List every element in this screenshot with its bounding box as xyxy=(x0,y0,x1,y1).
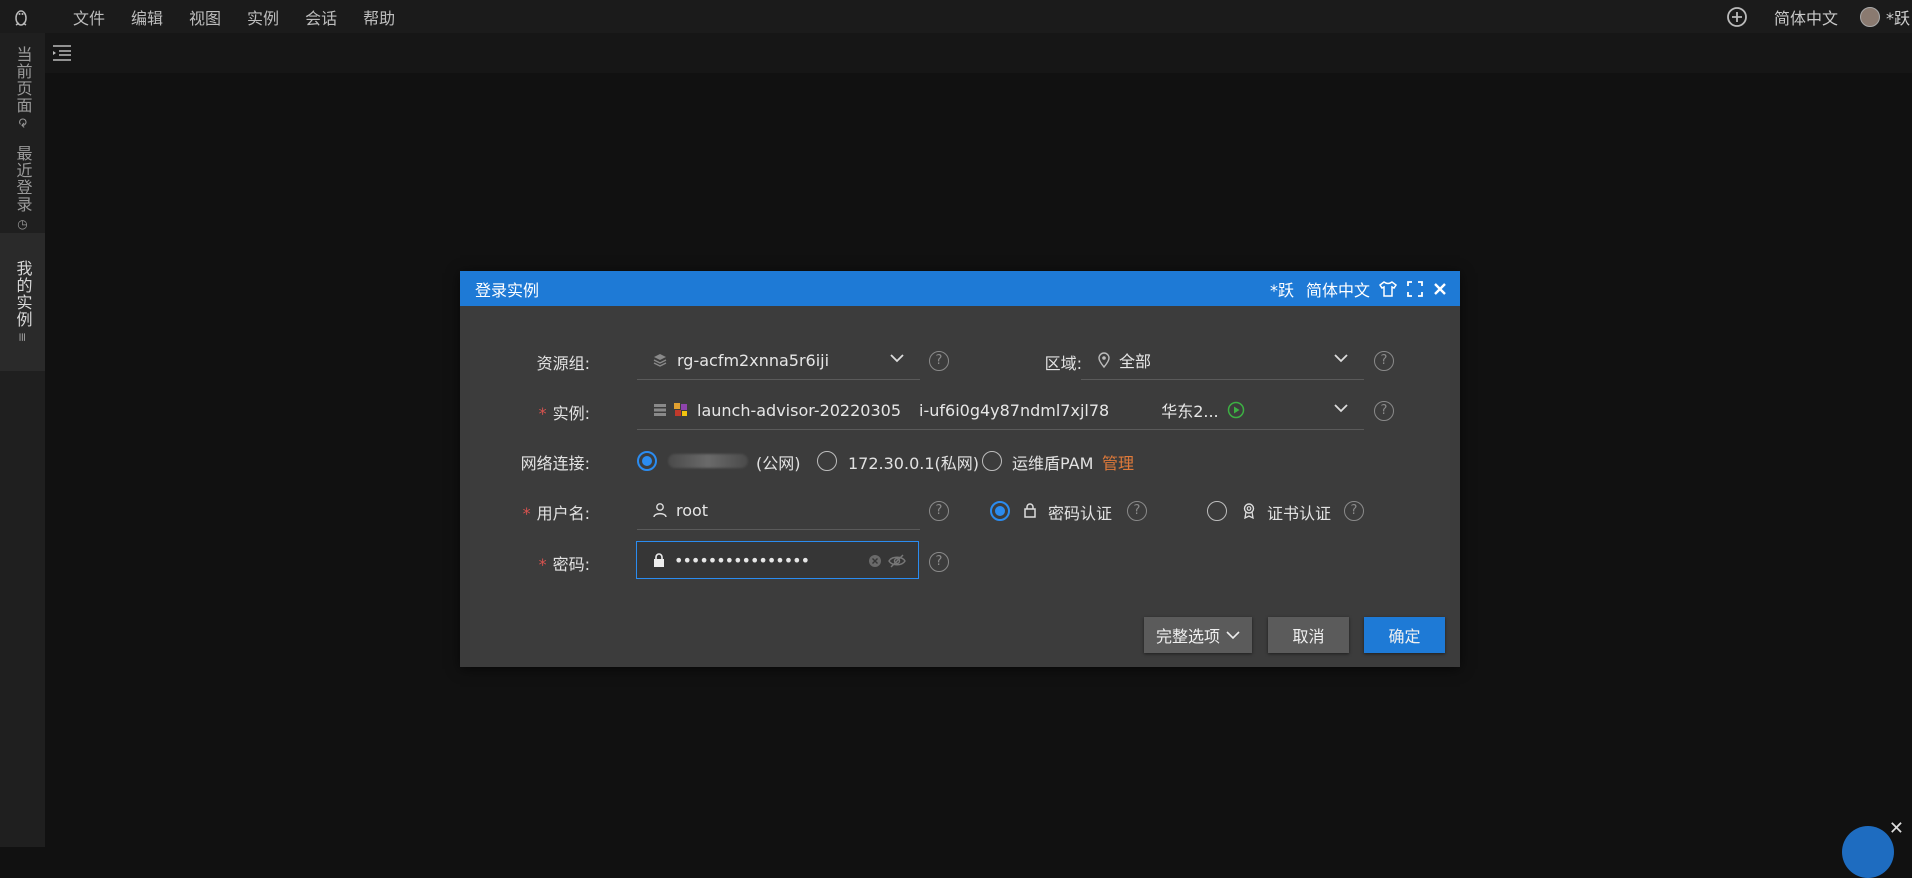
sidebar: 当前页面 ⟳ 最近登录 ◷ 我的实例 ≡ xyxy=(0,33,45,847)
cancel-button[interactable]: 取消 xyxy=(1268,617,1349,653)
sidebar-tab-current-page[interactable]: 当前页面 ⟳ xyxy=(0,33,45,143)
sidebar-tab-my-instances[interactable]: 我的实例 ≡ xyxy=(0,233,45,371)
chevron-down-icon xyxy=(1226,631,1240,640)
resource-group-value: rg-acfm2xnna5r6iji xyxy=(677,350,830,370)
resource-group-help-icon[interactable]: ? xyxy=(929,351,949,371)
instance-id: i-uf6i0g4y87ndml7xjl78 xyxy=(919,400,1110,420)
sidebar-tab-label: 当前页面 xyxy=(13,46,33,115)
instance-select[interactable]: launch-advisor-20220305 i-uf6i0g4y87ndml… xyxy=(637,391,1364,430)
theme-shirt-icon[interactable] xyxy=(1378,280,1398,298)
username-label-text: 用户名: xyxy=(536,504,590,523)
instance-label-text: 实例: xyxy=(552,404,590,423)
username-help-icon[interactable]: ? xyxy=(929,501,949,521)
region-select[interactable]: 全部 xyxy=(1081,341,1364,380)
confirm-button[interactable]: 确定 xyxy=(1364,617,1445,653)
main-menu: 文件 编辑 视图 实例 会话 帮助 xyxy=(73,0,421,33)
menu-instance[interactable]: 实例 xyxy=(247,5,279,29)
server-icon xyxy=(654,404,666,416)
auth-cert-radio[interactable] xyxy=(1207,501,1227,521)
penguin-logo-icon xyxy=(15,10,27,26)
instance-help-icon[interactable]: ? xyxy=(1374,401,1394,421)
dialog-title: 登录实例 xyxy=(475,280,540,300)
auth-cert-help-icon[interactable]: ? xyxy=(1344,501,1364,521)
menu-view[interactable]: 视图 xyxy=(189,5,221,29)
username-value: root xyxy=(676,500,709,520)
menu-edit[interactable]: 编辑 xyxy=(131,5,163,29)
username-input[interactable]: root xyxy=(637,491,920,530)
close-icon[interactable] xyxy=(1432,281,1448,297)
region-help-icon[interactable]: ? xyxy=(1374,351,1394,371)
auth-password-label: 密码认证 xyxy=(1048,504,1113,523)
pam-manage-link[interactable]: 管理 xyxy=(1102,450,1134,474)
sidebar-tab-recent-login[interactable]: 最近登录 ◷ xyxy=(0,143,45,233)
dialog-user-name[interactable]: *跃 xyxy=(1270,277,1294,301)
network-private-label: 172.30.0.1(私网) xyxy=(848,454,980,473)
floating-help-button[interactable] xyxy=(1842,826,1894,878)
running-status-icon xyxy=(1227,401,1244,419)
chevron-down-icon xyxy=(1334,354,1348,363)
username-label: * 用户名: xyxy=(522,504,590,523)
login-instance-dialog: 登录实例 *跃 简体中文 资源组: rg-acfm2xnna5r6iji ? 区… xyxy=(460,271,1460,667)
clock-icon: ◷ xyxy=(15,216,30,232)
menu-help[interactable]: 帮助 xyxy=(363,5,395,29)
refresh-icon: ⟳ xyxy=(15,118,30,130)
network-pam-label: 运维盾PAM xyxy=(1012,454,1094,473)
resource-group-label: 资源组: xyxy=(536,354,590,373)
network-pam-radio[interactable] xyxy=(982,451,1002,471)
chevron-down-icon xyxy=(890,354,904,363)
list-icon: ≡ xyxy=(15,332,30,344)
password-label-text: 密码: xyxy=(552,555,590,574)
password-label: * 密码: xyxy=(538,555,590,574)
lock-icon xyxy=(1024,503,1036,518)
menu-right: 简体中文 *跃 xyxy=(1726,0,1912,33)
password-value: •••••••••••••••• xyxy=(674,550,810,570)
menu-bar: 文件 编辑 视图 实例 会话 帮助 简体中文 *跃 xyxy=(0,0,1912,33)
resource-group-select[interactable]: rg-acfm2xnna5r6iji xyxy=(637,341,920,380)
menu-session[interactable]: 会话 xyxy=(305,5,337,29)
sidebar-tab-label: 最近登录 xyxy=(13,144,33,213)
dialog-title-bar: 登录实例 *跃 简体中文 xyxy=(460,271,1460,306)
close-icon[interactable]: ✕ xyxy=(1889,818,1904,839)
certificate-icon xyxy=(1243,503,1255,519)
full-options-label: 完整选项 xyxy=(1155,627,1220,646)
chevron-down-icon xyxy=(1334,404,1348,413)
user-name[interactable]: *跃 xyxy=(1886,5,1910,29)
network-private-radio[interactable] xyxy=(817,451,837,471)
network-label: 网络连接: xyxy=(520,454,590,473)
auth-password-radio[interactable] xyxy=(990,501,1010,521)
password-input[interactable]: •••••••••••••••• xyxy=(636,541,919,579)
region-value: 全部 xyxy=(1119,352,1152,371)
layers-icon xyxy=(653,354,667,367)
toolbar xyxy=(45,33,1912,73)
language-select[interactable]: 简体中文 xyxy=(1774,5,1838,29)
avatar[interactable] xyxy=(1859,6,1880,27)
fullscreen-icon[interactable] xyxy=(1406,280,1424,298)
instance-zone: 华东2... xyxy=(1161,402,1219,421)
region-label: 区域: xyxy=(1044,354,1082,373)
clear-icon[interactable] xyxy=(868,554,882,568)
add-circle-icon[interactable] xyxy=(1726,6,1748,28)
auth-cert-label: 证书认证 xyxy=(1267,504,1332,523)
dialog-language-select[interactable]: 简体中文 xyxy=(1306,277,1370,301)
password-help-icon[interactable]: ? xyxy=(929,552,949,572)
network-public-radio[interactable] xyxy=(637,451,657,471)
lock-icon xyxy=(654,552,664,567)
network-public-label: (公网) xyxy=(756,454,801,473)
auth-password-help-icon[interactable]: ? xyxy=(1127,501,1147,521)
instance-os-icon xyxy=(674,403,687,416)
eye-off-icon[interactable] xyxy=(888,553,906,569)
redacted-ip xyxy=(668,454,748,468)
location-pin-icon xyxy=(1098,352,1110,368)
menu-file[interactable]: 文件 xyxy=(73,5,105,29)
user-icon xyxy=(653,503,667,518)
full-options-button[interactable]: 完整选项 xyxy=(1144,617,1252,653)
outline-toggle-icon[interactable] xyxy=(51,43,73,63)
sidebar-tab-label: 我的实例 xyxy=(13,260,33,329)
dialog-title-tools: *跃 简体中文 xyxy=(1258,271,1448,306)
instance-name: launch-advisor-20220305 xyxy=(697,400,902,420)
instance-label: * 实例: xyxy=(538,404,590,423)
